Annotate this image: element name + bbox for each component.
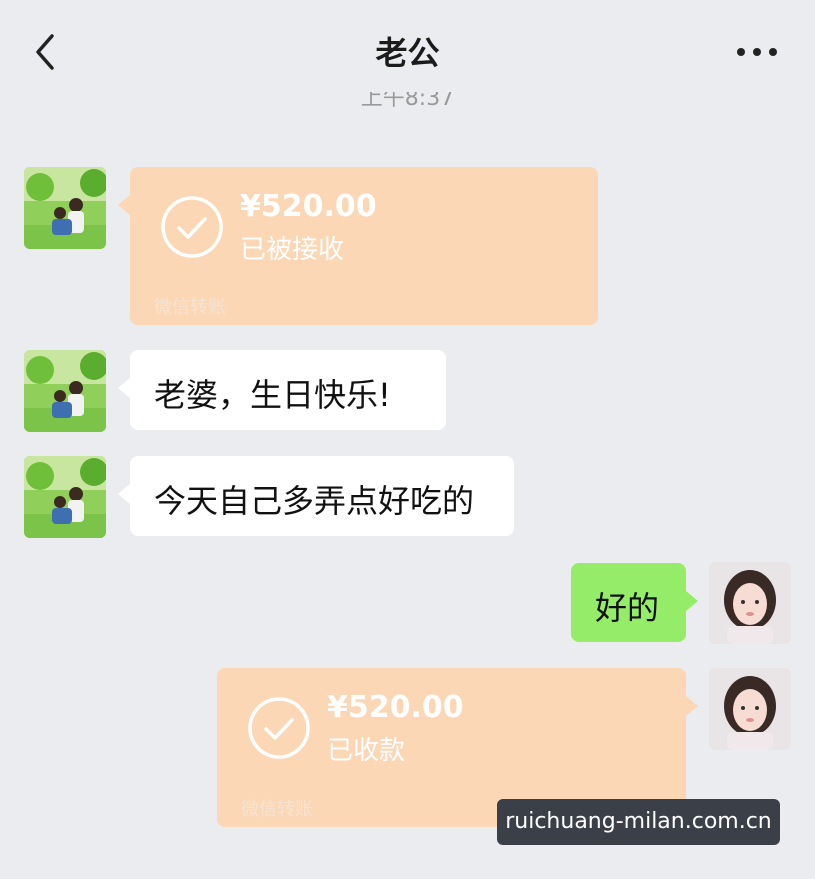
watermark-label: ruichuang-milan.com.cn bbox=[497, 799, 780, 845]
message-text: 今天自己多弄点好吃的 bbox=[154, 482, 475, 520]
avatar-photo bbox=[24, 350, 106, 432]
transfer-status: 已被接收 bbox=[240, 235, 345, 265]
avatar-husband[interactable] bbox=[24, 167, 106, 249]
avatar-wife[interactable] bbox=[709, 668, 791, 750]
more-dots-icon[interactable] bbox=[733, 38, 781, 66]
message-bubble[interactable]: 今天自己多弄点好吃的 bbox=[118, 456, 514, 536]
transfer-amount: ¥520.00 bbox=[240, 189, 377, 224]
message-text: 好的 bbox=[595, 589, 660, 627]
avatar-photo bbox=[24, 167, 106, 249]
check-circle-icon bbox=[161, 196, 223, 258]
check-circle-icon bbox=[248, 697, 310, 759]
transfer-amount: ¥520.00 bbox=[327, 690, 464, 725]
avatar-husband[interactable] bbox=[24, 350, 106, 432]
transfer-footer: 微信转账 bbox=[154, 297, 226, 318]
chat-header: 老公 bbox=[0, 0, 815, 100]
message-bubble-sent[interactable]: 好的 bbox=[571, 563, 698, 642]
message-bubble[interactable]: 老婆，生日快乐! bbox=[118, 350, 446, 430]
chat-title: 老公 bbox=[375, 34, 440, 72]
avatar-photo bbox=[24, 456, 106, 538]
transfer-footer: 微信转账 bbox=[241, 799, 313, 820]
avatar-husband[interactable] bbox=[24, 456, 106, 538]
timestamp: 上午8:37 bbox=[360, 92, 455, 111]
transfer-received-card[interactable]: ¥520.00 已被接收 微信转账 bbox=[118, 167, 598, 325]
avatar-photo bbox=[709, 562, 791, 644]
transfer-status: 已收款 bbox=[327, 736, 406, 766]
message-text: 老婆，生日快乐! bbox=[154, 376, 391, 414]
avatar-photo bbox=[709, 668, 791, 750]
avatar-wife[interactable] bbox=[709, 562, 791, 644]
